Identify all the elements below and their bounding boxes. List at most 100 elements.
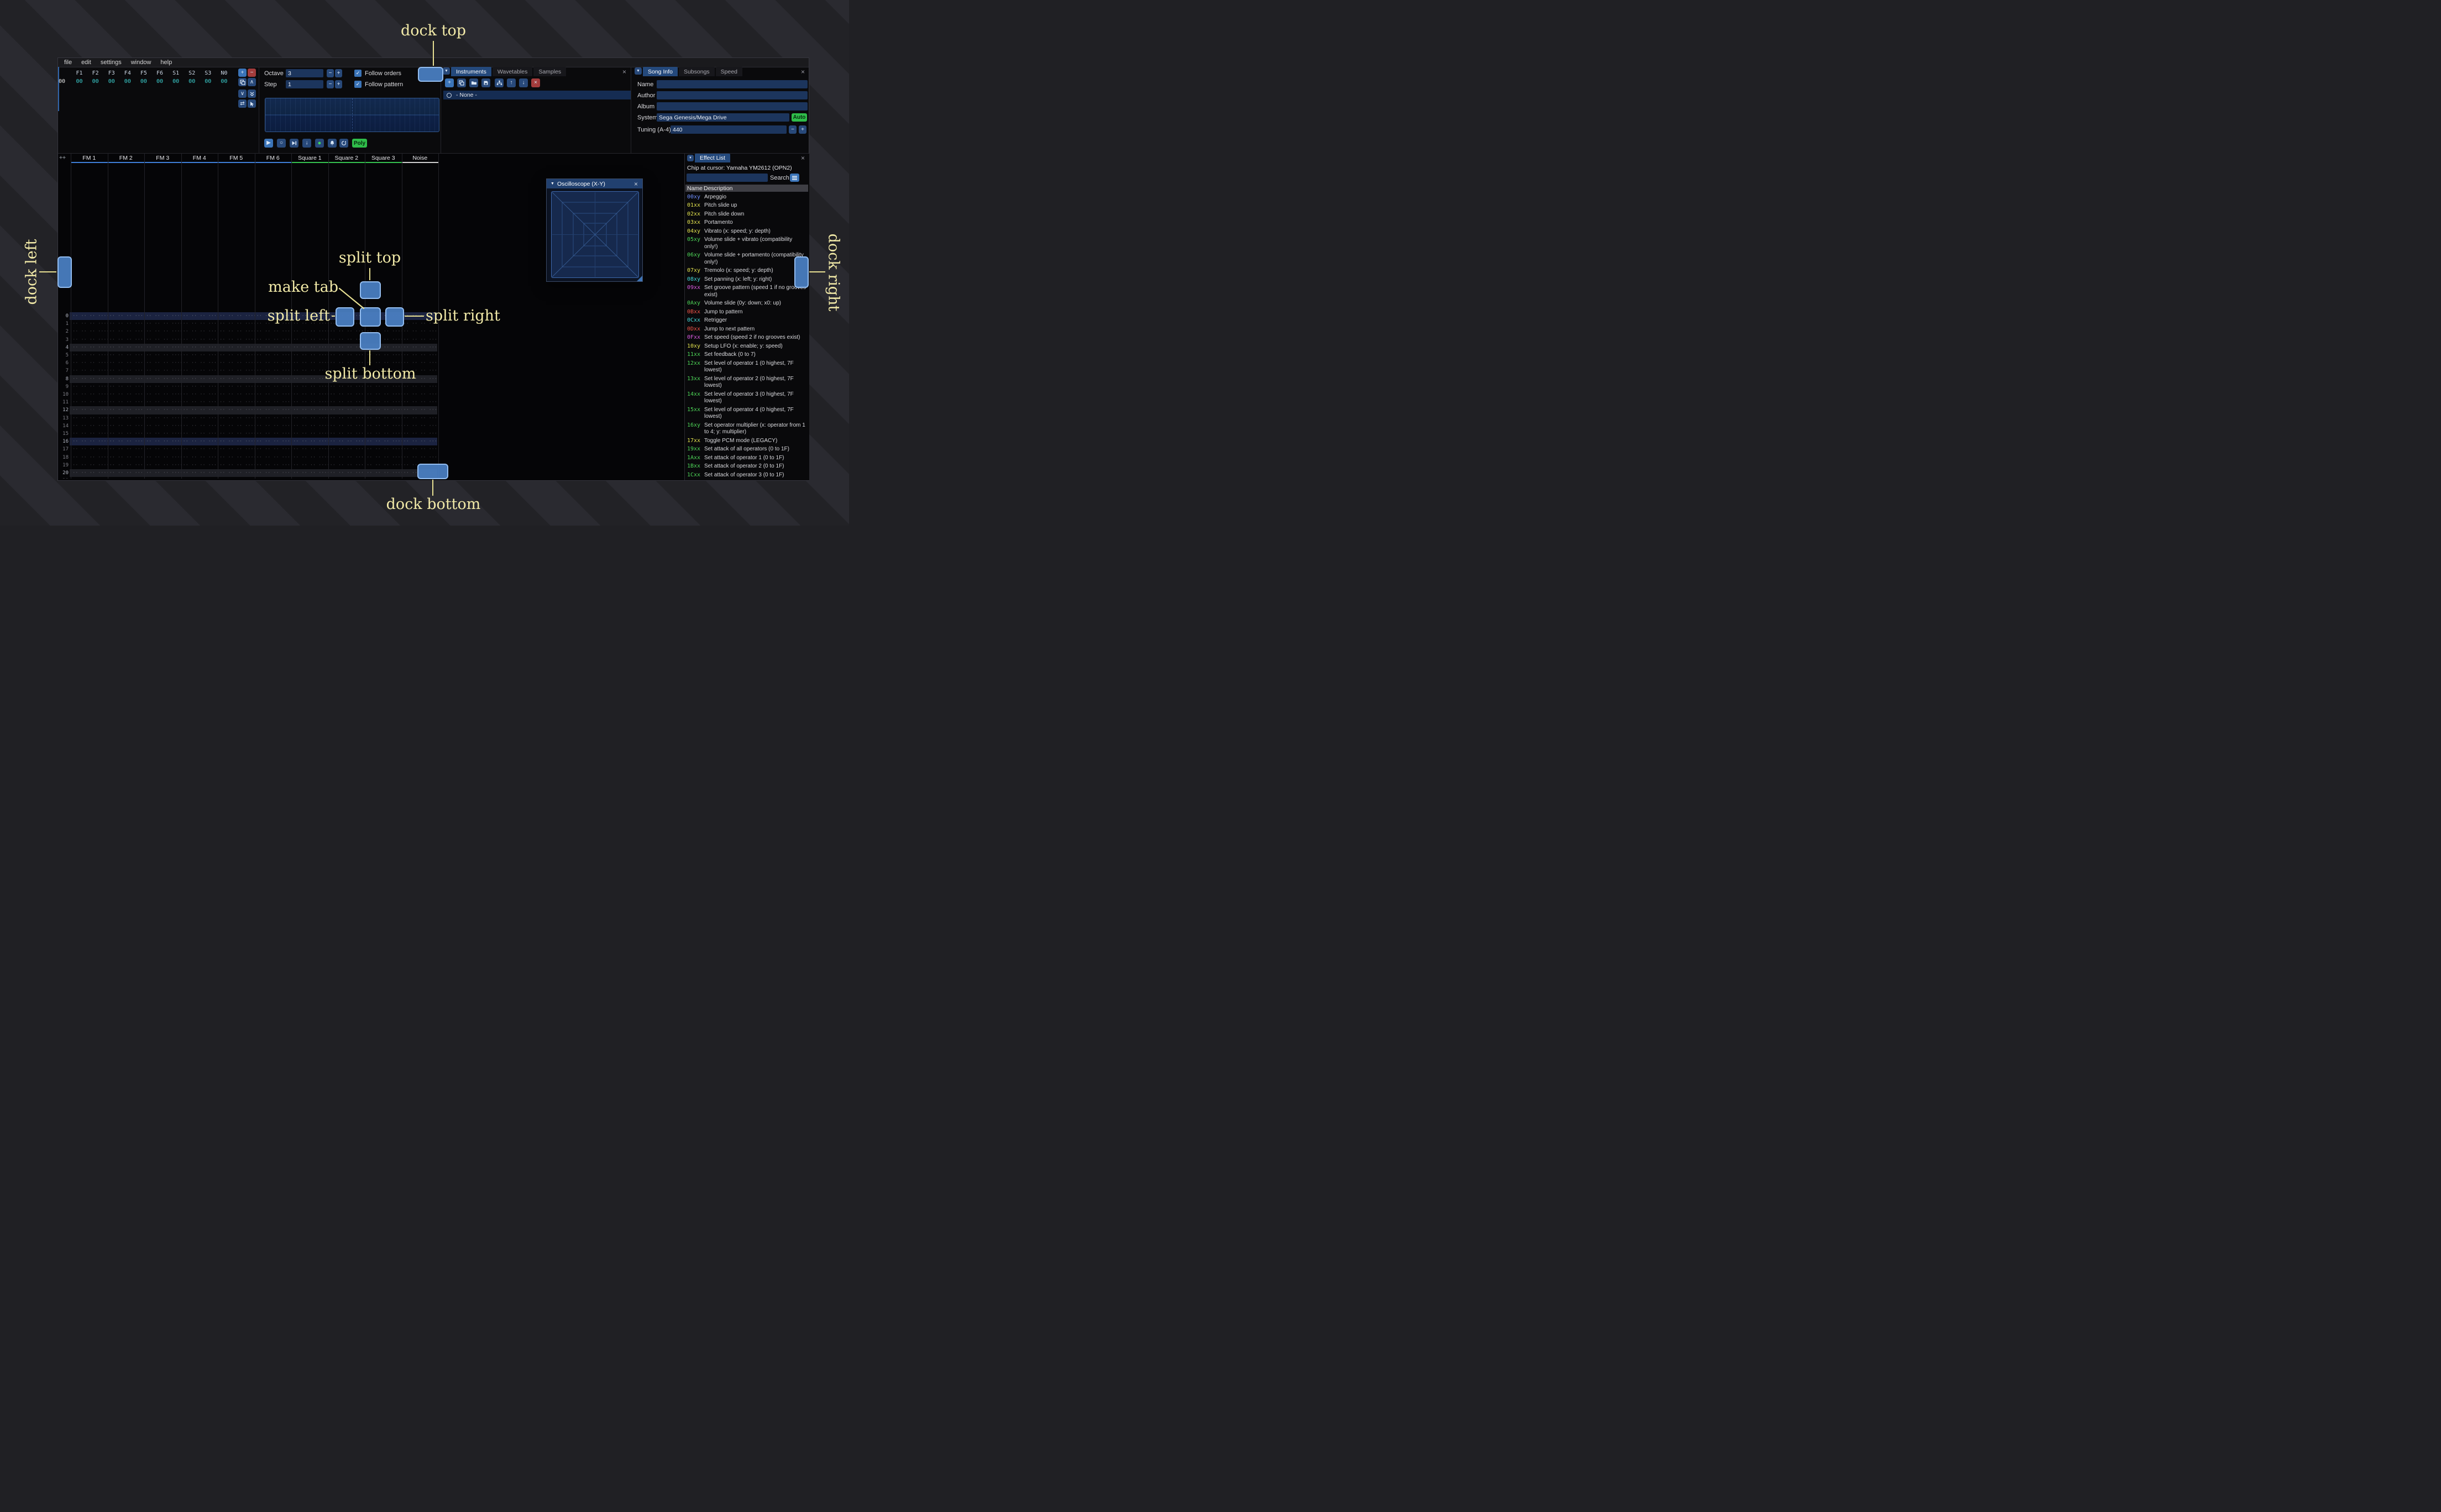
follow-orders-checkbox[interactable]: ✓ — [354, 70, 362, 77]
pattern-cell[interactable]: ··· ·· ·· ··· — [290, 376, 327, 382]
oscilloscope-titlebar[interactable]: ▼ Oscilloscope (X-Y) — [547, 179, 642, 188]
pattern-cell[interactable]: ··· ·· ·· ··· — [327, 392, 364, 397]
menu-file[interactable]: file — [64, 59, 72, 66]
orders-value[interactable]: 00 — [87, 78, 103, 86]
pattern-cell[interactable]: ··· ·· ·· ··· — [364, 407, 401, 413]
pattern-cell[interactable]: ··· ·· ·· ··· — [107, 431, 144, 437]
pattern-cell[interactable]: ··· ·· ·· ··· — [290, 360, 327, 366]
tab-wavetables[interactable]: Wavetables — [492, 67, 533, 76]
pattern-cell[interactable]: ··· ·· ·· ··· — [107, 455, 144, 460]
pattern-cell[interactable]: ··· ·· ·· ··· — [327, 431, 364, 437]
pattern-cell[interactable]: ··· ·· ·· ··· — [290, 337, 327, 343]
piano-widget[interactable] — [265, 98, 439, 132]
pattern-cell[interactable]: ··· ·· ·· ··· — [290, 384, 327, 390]
pattern-cell[interactable]: ··· ·· ·· ··· — [327, 478, 364, 479]
pattern-cell[interactable]: ··· ·· ·· ··· — [107, 313, 144, 319]
pattern-cell[interactable]: ··· ·· ·· ··· — [401, 353, 438, 358]
pattern-cell[interactable]: ··· ·· ·· ··· — [364, 423, 401, 429]
pattern-cell[interactable]: ··· ·· ·· ··· — [180, 321, 217, 327]
pattern-cell[interactable]: ··· ·· ·· ··· — [217, 463, 254, 468]
pattern-cell[interactable]: ··· ·· ·· ··· — [143, 321, 180, 327]
pattern-cell[interactable]: ··· ·· ·· ··· — [107, 384, 144, 390]
pattern-cell[interactable]: ··· ·· ·· ··· — [254, 376, 291, 382]
pattern-cell[interactable]: ··· ·· ·· ··· — [290, 478, 327, 479]
instruments-tab-list-button[interactable]: ▼ — [443, 67, 450, 75]
pattern-cell[interactable]: ··· ·· ·· ··· — [254, 329, 291, 334]
pattern-cell[interactable]: ··· ·· ·· ··· — [217, 447, 254, 452]
octave-minus-button[interactable]: − — [327, 69, 334, 77]
pattern-cell[interactable]: ··· ·· ·· ··· — [254, 431, 291, 437]
pattern-cell[interactable]: ··· ·· ·· ··· — [364, 384, 401, 390]
step-row-button[interactable]: ↓ — [302, 139, 311, 148]
pattern-cell[interactable]: ··· ·· ·· ··· — [290, 329, 327, 334]
dock-target-left[interactable] — [57, 256, 72, 288]
channel-header-square-1[interactable]: Square 1 — [291, 155, 328, 163]
split-target-bottom[interactable] — [360, 332, 381, 350]
pattern-cell[interactable]: ··· ·· ·· ··· — [327, 329, 364, 334]
pattern-cell[interactable]: ··· ·· ·· ··· — [107, 345, 144, 350]
channel-header-fm-3[interactable]: FM 3 — [144, 155, 181, 163]
pattern-cell[interactable]: ··· ·· ·· ··· — [107, 400, 144, 405]
orders-value[interactable]: 00 — [168, 78, 184, 86]
order-up-button[interactable]: ∧ — [248, 78, 256, 86]
pattern-cell[interactable]: ··· ·· ·· ··· — [180, 423, 217, 429]
pattern-cell[interactable]: ··· ·· ·· ··· — [70, 313, 107, 319]
pattern-cell[interactable]: ··· ·· ·· ··· — [327, 470, 364, 476]
pattern-cell[interactable]: ··· ·· ·· ··· — [180, 329, 217, 334]
tab-instruments[interactable]: Instruments — [451, 67, 491, 76]
tab-song-info[interactable]: Song Info — [643, 67, 678, 76]
pattern-cell[interactable]: ··· ·· ·· ··· — [401, 455, 438, 460]
pattern-cell[interactable]: ··· ·· ·· ··· — [217, 321, 254, 327]
pattern-cell[interactable]: ··· ·· ·· ··· — [70, 360, 107, 366]
system-auto-button[interactable]: Auto — [792, 113, 807, 122]
pattern-cell[interactable]: ··· ·· ·· ··· — [180, 431, 217, 437]
pattern-cell[interactable]: ··· ·· ·· ··· — [70, 384, 107, 390]
pattern-cell[interactable]: ··· ·· ·· ··· — [217, 353, 254, 358]
edit-record-button[interactable]: ● — [315, 139, 324, 148]
channel-header-noise[interactable]: Noise — [401, 155, 438, 163]
pattern-cell[interactable]: ··· ·· ·· ··· — [143, 353, 180, 358]
channel-header-fm-6[interactable]: FM 6 — [254, 155, 291, 163]
pattern-cell[interactable]: ··· ·· ·· ··· — [180, 337, 217, 343]
pattern-cell[interactable]: ··· ·· ·· ··· — [364, 392, 401, 397]
pattern-cell[interactable]: ··· ·· ·· ··· — [254, 345, 291, 350]
author-field[interactable] — [657, 91, 808, 99]
pattern-cell[interactable]: ··· ·· ·· ··· — [364, 447, 401, 452]
channel-header-fm-5[interactable]: FM 5 — [218, 155, 255, 163]
pattern-cell[interactable]: ··· ·· ·· ··· — [107, 368, 144, 374]
pattern-cell[interactable]: ··· ·· ·· ··· — [70, 463, 107, 468]
play-from-cursor-button[interactable] — [290, 139, 298, 148]
menu-edit[interactable]: edit — [81, 59, 91, 66]
pattern-cell[interactable]: ··· ·· ·· ··· — [290, 455, 327, 460]
order-double-down-button[interactable] — [248, 90, 256, 98]
resize-grip[interactable] — [637, 276, 642, 281]
split-target-right[interactable] — [385, 307, 404, 327]
tab-subsongs[interactable]: Subsongs — [678, 67, 715, 76]
pattern-cell[interactable]: ··· ·· ·· ··· — [107, 337, 144, 343]
pattern-cell[interactable]: ··· ·· ·· ··· — [107, 376, 144, 382]
pattern-cell[interactable]: ··· ·· ·· ··· — [107, 423, 144, 429]
pattern-cell[interactable]: ··· ·· ·· ··· — [107, 478, 144, 479]
pattern-cell[interactable]: ··· ·· ·· ··· — [70, 368, 107, 374]
pattern-cell[interactable]: ··· ·· ·· ··· — [143, 423, 180, 429]
pattern-cell[interactable]: ··· ·· ·· ··· — [143, 329, 180, 334]
play-pattern-button[interactable]: ○ — [277, 139, 286, 148]
tuning-minus-button[interactable]: − — [789, 125, 797, 134]
pattern-cell[interactable]: ··· ·· ·· ··· — [327, 455, 364, 460]
pattern-add-channel-button[interactable]: ++ — [59, 155, 66, 161]
pattern-cell[interactable]: ··· ·· ·· ··· — [401, 447, 438, 452]
channel-header-fm-4[interactable]: FM 4 — [181, 155, 218, 163]
pattern-cell[interactable]: ··· ·· ·· ··· — [401, 400, 438, 405]
instrument-save-button[interactable] — [481, 78, 490, 87]
pattern-cell[interactable]: ··· ·· ·· ··· — [70, 392, 107, 397]
pattern-cell[interactable]: ··· ·· ·· ··· — [327, 345, 364, 350]
pattern-cell[interactable]: ··· ·· ·· ··· — [401, 416, 438, 421]
orders-value[interactable]: 00 — [184, 78, 200, 86]
pattern-cell[interactable]: ··· ·· ·· ··· — [401, 407, 438, 413]
pattern-cell[interactable]: ··· ·· ·· ··· — [401, 423, 438, 429]
pattern-cell[interactable]: ··· ·· ·· ··· — [70, 431, 107, 437]
instruments-close-icon[interactable]: × — [622, 69, 626, 75]
pattern-cell[interactable]: ··· ·· ·· ··· — [401, 439, 438, 444]
pattern-cell[interactable]: ··· ·· ·· ··· — [143, 368, 180, 374]
pattern-cell[interactable]: ··· ·· ·· ··· — [401, 384, 438, 390]
